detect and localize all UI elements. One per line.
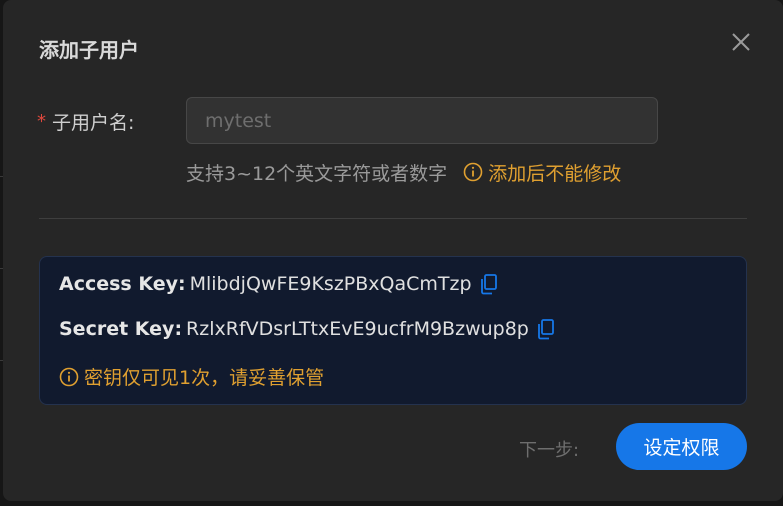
username-label-text: 子用户名: — [52, 112, 135, 134]
copy-icon[interactable] — [480, 273, 498, 295]
close-icon — [732, 33, 750, 51]
access-key-row: Access Key: MlibdjQwFE9KszPBxQaCmTzp — [59, 273, 498, 295]
key-notice: 密钥仅可见1次，请妥善保管 — [84, 367, 325, 389]
required-mark: * — [37, 111, 46, 132]
set-permissions-button[interactable]: 设定权限 — [616, 423, 747, 470]
info-icon — [463, 162, 483, 182]
copy-icon[interactable] — [537, 318, 555, 340]
key-notice-row: 密钥仅可见1次，请妥善保管 — [59, 363, 324, 390]
secret-key-row: Secret Key: RzlxRfVDsrLTtxEvE9ucfrM9Bzwu… — [59, 318, 555, 340]
next-step-label: 下一步: — [519, 440, 580, 461]
dialog-title: 添加子用户 — [39, 38, 139, 62]
secret-key-label: Secret Key: — [59, 318, 183, 340]
username-label: * 子用户名: — [37, 108, 134, 135]
close-button[interactable] — [727, 28, 755, 56]
access-key-label: Access Key: — [59, 273, 186, 295]
username-hint-row: 支持3~12个英文字符或者数字 添加后不能修改 — [186, 159, 621, 185]
username-hint: 支持3~12个英文字符或者数字 — [186, 162, 448, 185]
username-warning: 添加后不能修改 — [488, 162, 622, 185]
add-subuser-dialog: 添加子用户 * 子用户名: 支持3~12个英文字符或者数字 添加后不能修改 Ac… — [3, 0, 783, 501]
section-divider — [39, 218, 747, 219]
username-input[interactable] — [186, 97, 658, 144]
key-panel: Access Key: MlibdjQwFE9KszPBxQaCmTzp Sec… — [39, 256, 747, 405]
secret-key-value: RzlxRfVDsrLTtxEvE9ucfrM9Bzwup8p — [186, 318, 529, 340]
access-key-value: MlibdjQwFE9KszPBxQaCmTzp — [189, 273, 472, 295]
info-icon — [59, 367, 79, 386]
